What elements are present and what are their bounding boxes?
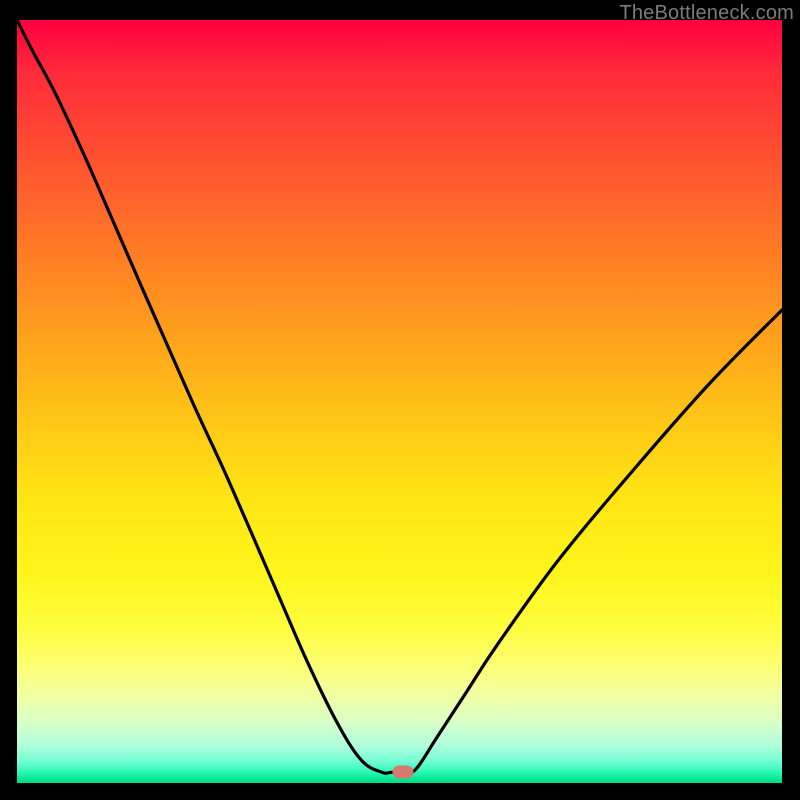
chart-frame: TheBottleneck.com [0, 0, 800, 800]
watermark-text: TheBottleneck.com [619, 2, 794, 25]
optimal-marker [393, 766, 414, 779]
plot-area [17, 20, 782, 783]
bottleneck-curve [17, 20, 782, 783]
